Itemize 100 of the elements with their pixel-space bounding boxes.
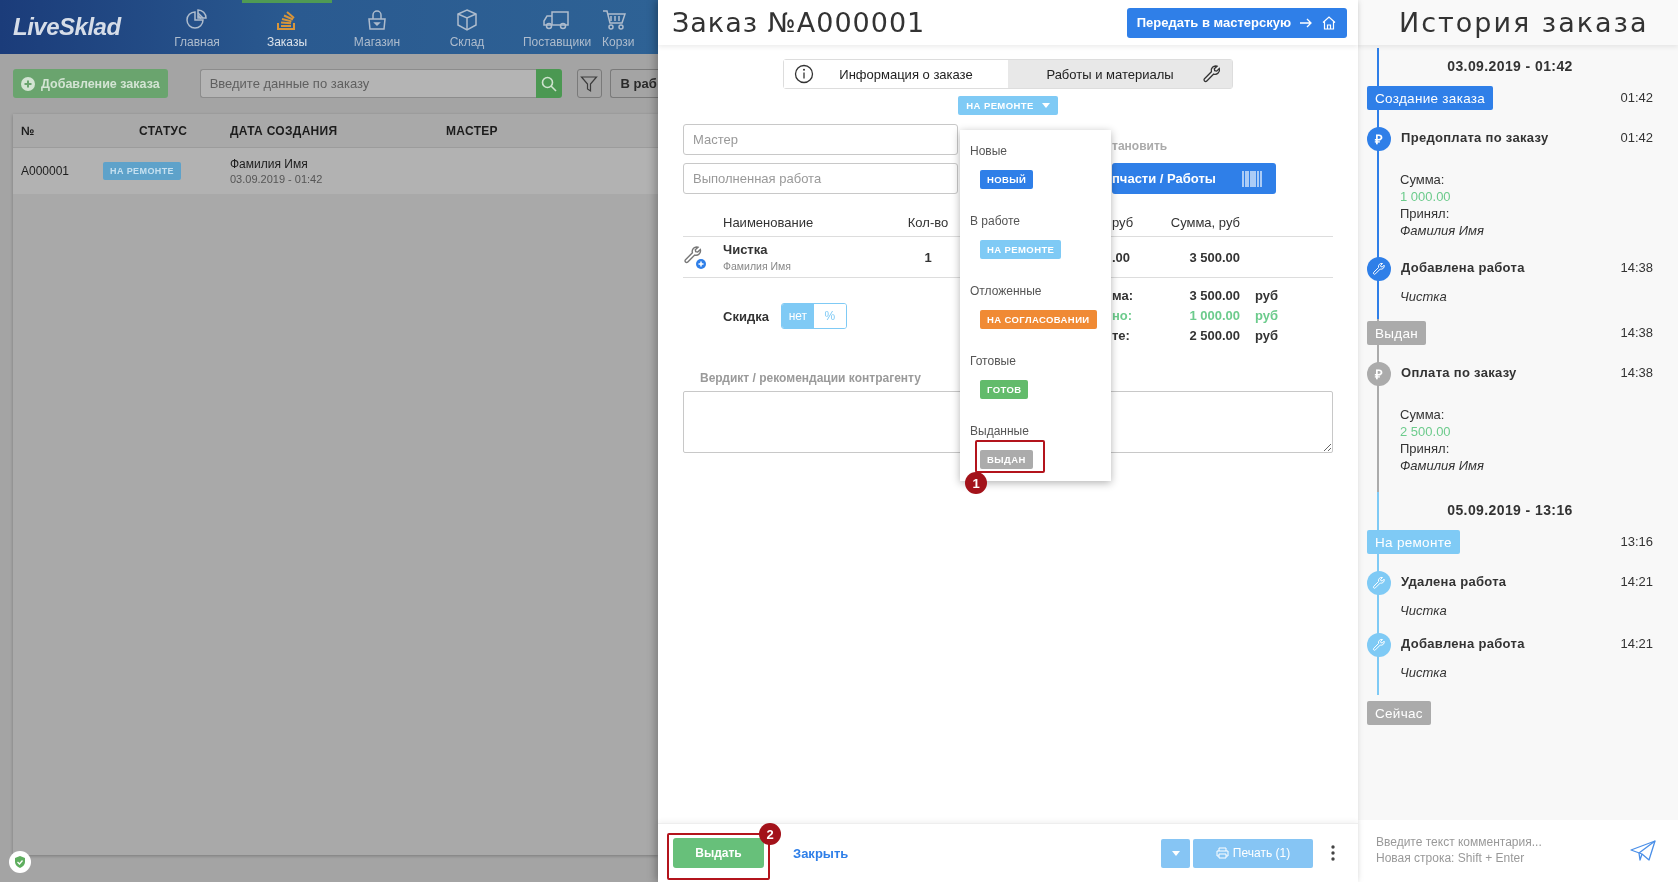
handbag-icon — [365, 8, 389, 31]
total-value: 1 000.00 — [1188, 307, 1241, 323]
ruble-icon: ₽ — [1367, 362, 1391, 386]
search-field[interactable]: Введите данные по заказу — [199, 69, 536, 98]
status-group-label: Новые — [970, 144, 1007, 158]
column-header: Сумма, руб — [1169, 215, 1241, 230]
print-button[interactable]: Печать (1) — [1193, 838, 1313, 868]
performer-name: Фамилия Имя — [723, 260, 792, 272]
column-header: ДАТА СОЗДАНИЯ — [230, 123, 339, 138]
currency-label: руб — [1254, 307, 1280, 323]
column-header: Кол-во — [906, 215, 950, 230]
status-option[interactable]: НОВЫЙ — [980, 170, 1034, 189]
history-date: 03.09.2019 - 01:42 — [1446, 57, 1574, 76]
status-option[interactable]: ГОТОВ — [980, 380, 1029, 399]
field-label: тановить — [1112, 139, 1169, 155]
verdict-label: Вердикт / рекомендации контрагенту — [699, 371, 922, 385]
history-time: 14:21 — [1620, 635, 1653, 651]
highlight-frame — [975, 440, 1045, 473]
history-title: История заказа — [1399, 7, 1649, 38]
plus-icon — [21, 76, 35, 91]
price-cell-text: .00 — [1112, 249, 1132, 265]
table-cell-text: A000001 — [21, 164, 71, 178]
transfer-to-workshop-button[interactable]: Передать в мастерскую — [1126, 7, 1347, 38]
tab[interactable]: Работы и материалы — [1008, 60, 1232, 88]
pie-chart-icon — [185, 8, 209, 31]
search-button[interactable] — [535, 69, 562, 98]
status-group-label: В работе — [970, 214, 1020, 228]
history-status-badge: На ремонте — [1367, 530, 1460, 554]
history-status-badge: Выдан — [1367, 321, 1427, 345]
detail-label: Сумма: — [1400, 406, 1446, 423]
payment-amount: 2 500.00 — [1400, 423, 1452, 440]
work-field[interactable]: Выполненная работа — [683, 163, 958, 194]
add-order-button[interactable]: Добавление заказа — [13, 69, 168, 98]
ruble-icon: ₽ — [1367, 127, 1391, 151]
issue-button[interactable]: Выдать — [673, 838, 764, 868]
column-header: Наименование — [723, 215, 815, 230]
sum-cell-text: 3 500.00 — [1188, 249, 1241, 265]
filter-button[interactable] — [576, 69, 602, 98]
house-icon — [1321, 14, 1337, 31]
history-time: 14:38 — [1620, 364, 1653, 380]
discount-label: Скидка — [723, 308, 769, 324]
print-options-button[interactable] — [1161, 838, 1190, 868]
quantity-cell-text: 1 — [923, 249, 933, 265]
comment-field[interactable]: Введите текст комментария... Новая строка: Shift + Enter — [1376, 834, 1622, 868]
status-group-label: Готовые — [970, 354, 1016, 368]
history-event-title: Добавлена работа — [1401, 259, 1526, 275]
history-event-title: Предоплата по заказу — [1401, 129, 1550, 145]
status-badge: НА РЕМОНТЕ — [103, 162, 181, 180]
box-icon — [455, 8, 479, 31]
nav-item[interactable]: Поставщики — [512, 0, 602, 54]
truck-icon — [542, 8, 572, 31]
total-label: ма: — [1112, 287, 1134, 303]
nav-item[interactable]: Корзи — [602, 0, 648, 54]
history-event-title: Добавлена работа — [1401, 635, 1526, 651]
master-field[interactable]: Мастер — [683, 124, 958, 155]
detail-text: Фамилия Имя — [1400, 457, 1485, 474]
total-value: 2 500.00 — [1188, 327, 1241, 343]
history-time: 14:38 — [1620, 259, 1653, 275]
detail-text: Фамилия Имя — [1400, 222, 1485, 239]
status-option[interactable]: ВЫДАН — [980, 450, 1033, 469]
now-badge: Сейчас — [1367, 701, 1431, 725]
info-icon — [794, 64, 814, 84]
total-value: 3 500.00 — [1188, 287, 1241, 303]
history-status-badge: Создание заказа — [1367, 86, 1494, 110]
history-time: 13:16 — [1620, 533, 1653, 549]
history-time: 01:42 — [1620, 89, 1653, 105]
detail-label: Сумма: — [1400, 171, 1446, 188]
status-group-label: Отложенные — [970, 284, 1042, 298]
filter-icon — [580, 74, 599, 93]
search-icon — [540, 75, 557, 92]
order-row[interactable]: A000001 НА РЕМОНТЕ Фамилия Имя 03.09.2019 - 01:42 — [13, 148, 658, 194]
more-options-icon[interactable] — [1331, 845, 1335, 861]
caret-icon — [1171, 850, 1180, 856]
close-link[interactable]: Закрыть — [793, 845, 849, 861]
caret-icon — [1041, 103, 1050, 108]
printer-icon — [1215, 847, 1229, 859]
parts-works-button[interactable]: пчасти / Работы — [1112, 163, 1276, 194]
column-header: МАСТЕР — [446, 123, 499, 138]
status-option[interactable]: НА СОГЛАСОВАНИИ — [980, 310, 1097, 329]
nav-item[interactable]: Заказы — [242, 0, 332, 54]
status-group-label: Выданные — [970, 424, 1029, 438]
discount-option[interactable]: нет — [781, 304, 814, 328]
nav-item[interactable]: Склад — [422, 0, 512, 54]
nav-item[interactable]: Магазин — [332, 0, 422, 54]
history-event-title: Оплата по заказу — [1401, 364, 1518, 380]
status-dropdown[interactable]: НА РЕМОНТЕ — [958, 96, 1058, 115]
nav-item[interactable]: Главная — [152, 0, 242, 54]
total-label: те: — [1112, 327, 1131, 343]
shield-icon[interactable] — [9, 851, 31, 873]
currency-label: руб — [1254, 327, 1280, 343]
table-cell-text: 03.09.2019 - 01:42 — [230, 173, 324, 185]
send-icon[interactable] — [1630, 840, 1656, 862]
payment-amount: 1 000.00 — [1400, 188, 1452, 205]
detail-label: Принял: — [1400, 440, 1451, 457]
column-header: № — [21, 123, 36, 138]
status-option[interactable]: НА РЕМОНТЕ — [980, 240, 1062, 259]
app-logo[interactable]: LiveSklad — [0, 0, 152, 54]
history-time: 14:38 — [1620, 324, 1653, 340]
detail-label: Принял: — [1400, 205, 1451, 222]
history-time: 14:21 — [1620, 573, 1653, 589]
